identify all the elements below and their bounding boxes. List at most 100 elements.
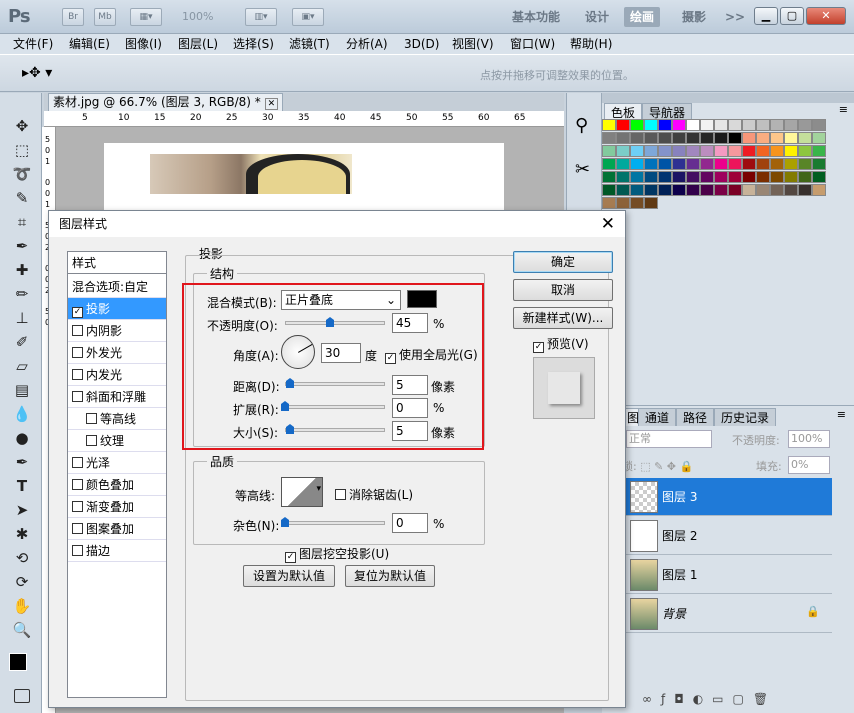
- color-swatch[interactable]: [714, 132, 728, 144]
- color-swatch[interactable]: [756, 171, 770, 183]
- color-swatch[interactable]: [644, 119, 658, 131]
- color-swatch[interactable]: [672, 145, 686, 157]
- fill-field[interactable]: 0%: [788, 456, 830, 474]
- make-default-button[interactable]: 设置为默认值: [243, 565, 335, 587]
- color-swatch[interactable]: [672, 132, 686, 144]
- minibridge-button[interactable]: Mb: [94, 8, 116, 26]
- tool-preset-icon[interactable]: ✂: [575, 159, 590, 180]
- color-swatch[interactable]: [700, 119, 714, 131]
- screen-mode-button[interactable]: ▣▾: [292, 8, 324, 26]
- style-item[interactable]: 渐变叠加: [68, 496, 166, 518]
- eraser-tool-icon[interactable]: ▱: [10, 355, 34, 377]
- color-swatch[interactable]: [728, 132, 742, 144]
- style-item[interactable]: 内阴影: [68, 320, 166, 342]
- color-swatch[interactable]: [812, 171, 826, 183]
- color-swatch[interactable]: [798, 145, 812, 157]
- color-swatch[interactable]: [672, 158, 686, 170]
- swatch-grid[interactable]: [602, 119, 834, 209]
- marquee-tool-icon[interactable]: ⬚: [10, 139, 34, 161]
- color-swatch[interactable]: [728, 145, 742, 157]
- color-swatch[interactable]: [700, 184, 714, 196]
- color-swatch[interactable]: [784, 171, 798, 183]
- blend-options-item[interactable]: 混合选项:自定: [68, 276, 166, 298]
- color-swatch[interactable]: [644, 197, 658, 209]
- color-swatch[interactable]: [770, 158, 784, 170]
- color-swatch[interactable]: [644, 184, 658, 196]
- layer-actions[interactable]: ∞ƒ◘◐▭▢🗑: [642, 692, 777, 706]
- color-swatch[interactable]: [714, 184, 728, 196]
- menu-analysis[interactable]: 分析(A): [346, 36, 388, 52]
- color-swatch[interactable]: [602, 132, 616, 144]
- color-swatch[interactable]: [700, 132, 714, 144]
- color-swatch[interactable]: [784, 132, 798, 144]
- menu-file[interactable]: 文件(F): [13, 36, 53, 52]
- dialog-close-icon[interactable]: ✕: [601, 214, 615, 234]
- layer-row[interactable]: 图层 3: [626, 478, 832, 516]
- new-style-button[interactable]: 新建样式(W)...: [513, 307, 613, 329]
- color-swatch[interactable]: [644, 171, 658, 183]
- menu-filter[interactable]: 滤镜(T): [289, 36, 330, 52]
- styles-header[interactable]: 样式: [68, 252, 166, 274]
- close-tab-icon[interactable]: ✕: [264, 98, 279, 110]
- lasso-tool-icon[interactable]: ➰: [10, 163, 34, 185]
- style-item[interactable]: 斜面和浮雕: [68, 386, 166, 408]
- color-swatch[interactable]: [756, 184, 770, 196]
- menu-edit[interactable]: 编辑(E): [69, 36, 110, 52]
- blur-tool-icon[interactable]: 💧: [10, 403, 34, 425]
- menu-help[interactable]: 帮助(H): [570, 36, 612, 52]
- workspace-photography[interactable]: 摄影: [682, 7, 706, 27]
- color-swatch[interactable]: [700, 145, 714, 157]
- color-swatch[interactable]: [602, 119, 616, 131]
- color-swatch[interactable]: [602, 171, 616, 183]
- color-swatch[interactable]: [602, 184, 616, 196]
- style-item[interactable]: 图案叠加: [68, 518, 166, 540]
- color-swatch[interactable]: [644, 158, 658, 170]
- color-swatch[interactable]: [714, 171, 728, 183]
- bridge-button[interactable]: Br: [62, 8, 84, 26]
- color-swatch[interactable]: [658, 158, 672, 170]
- color-swatch[interactable]: [616, 132, 630, 144]
- color-swatch[interactable]: [686, 119, 700, 131]
- color-swatch[interactable]: [602, 158, 616, 170]
- color-swatch[interactable]: [798, 119, 812, 131]
- color-swatch[interactable]: [742, 184, 756, 196]
- dodge-tool-icon[interactable]: ●: [10, 427, 34, 449]
- color-swatch[interactable]: [812, 119, 826, 131]
- color-swatch[interactable]: [630, 119, 644, 131]
- knockout-checkbox[interactable]: ✓ 图层挖空投影(U): [285, 545, 389, 563]
- color-swatch[interactable]: [686, 132, 700, 144]
- color-swatch[interactable]: [602, 197, 616, 209]
- color-swatch[interactable]: [728, 171, 742, 183]
- menu-3d[interactable]: 3D(D): [404, 36, 439, 52]
- style-item[interactable]: 颜色叠加: [68, 474, 166, 496]
- tab-channels[interactable]: 通道: [638, 408, 677, 426]
- menu-image[interactable]: 图像(I): [125, 36, 162, 52]
- workspace-more[interactable]: >>: [725, 7, 745, 27]
- close-window-button[interactable]: ✕: [806, 7, 846, 25]
- menu-window[interactable]: 窗口(W): [510, 36, 555, 52]
- brush-preset-icon[interactable]: ⚲: [575, 115, 588, 136]
- color-swatch[interactable]: [644, 145, 658, 157]
- color-swatch[interactable]: [812, 184, 826, 196]
- 3d-orbit-tool-icon[interactable]: ⟳: [10, 571, 34, 593]
- color-swatch[interactable]: [630, 184, 644, 196]
- color-swatch[interactable]: [714, 158, 728, 170]
- color-swatch[interactable]: [770, 145, 784, 157]
- color-swatch[interactable]: [630, 132, 644, 144]
- color-swatch[interactable]: [616, 145, 630, 157]
- preview-checkbox[interactable]: ✓ 预览(V): [533, 335, 589, 353]
- color-swatch[interactable]: [630, 197, 644, 209]
- menu-select[interactable]: 选择(S): [233, 36, 274, 52]
- pen-tool-icon[interactable]: ✒: [10, 451, 34, 473]
- hand-tool-icon[interactable]: ✋: [10, 595, 34, 617]
- color-swatch[interactable]: [714, 119, 728, 131]
- color-swatch[interactable]: [756, 158, 770, 170]
- layer-row[interactable]: 图层 2: [626, 517, 832, 555]
- zoom-level[interactable]: 100%: [182, 10, 213, 23]
- layers-opacity-field[interactable]: 100%: [788, 430, 830, 448]
- color-swatch[interactable]: [742, 119, 756, 131]
- maximize-button[interactable]: ▢: [780, 7, 804, 25]
- color-swatch[interactable]: [658, 119, 672, 131]
- color-swatch[interactable]: [742, 158, 756, 170]
- menu-layer[interactable]: 图层(L): [178, 36, 218, 52]
